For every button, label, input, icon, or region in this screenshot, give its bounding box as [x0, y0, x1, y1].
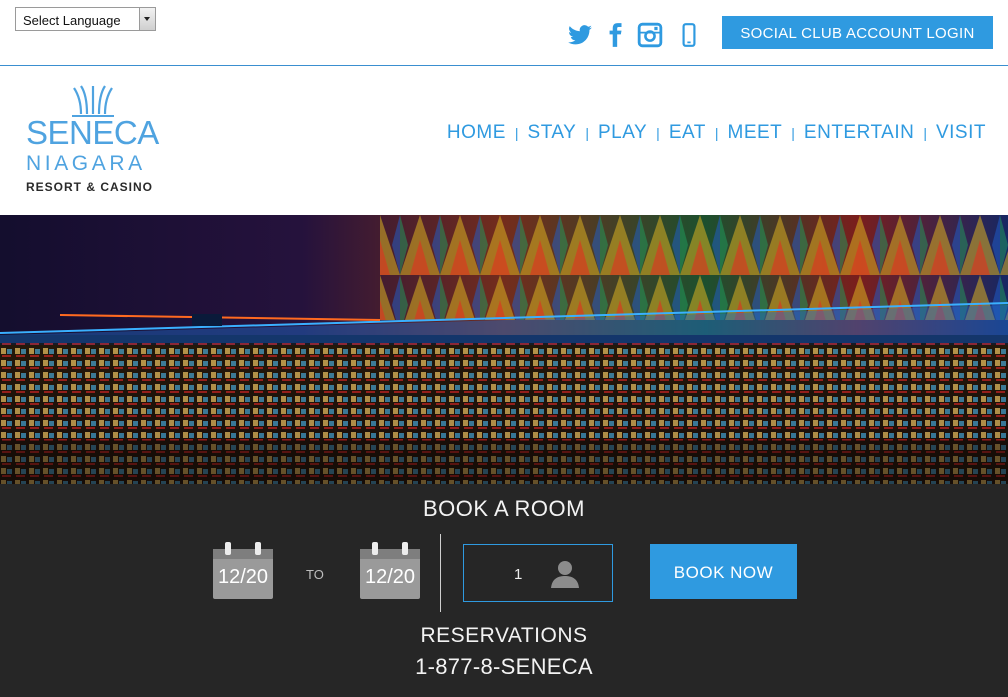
nav-item-home[interactable]: HOME: [447, 122, 506, 144]
language-select[interactable]: Select Language: [15, 7, 156, 31]
checkout-date-picker[interactable]: 12/20: [360, 542, 420, 600]
nav-separator: |: [585, 125, 589, 141]
main-nav: HOME | STAY | PLAY | EAT | MEET | ENTERT…: [447, 122, 986, 144]
nav-separator: |: [714, 125, 719, 141]
nav-item-visit[interactable]: VISIT: [936, 122, 986, 144]
reservations-label: RESERVATIONS: [420, 624, 588, 647]
guests-count: 1: [514, 566, 523, 583]
nav-separator: |: [923, 125, 927, 141]
logo-text-seneca: SENECA: [26, 114, 159, 151]
nav-item-stay[interactable]: STAY: [528, 122, 577, 144]
guests-field[interactable]: 1: [463, 544, 613, 602]
book-a-room-heading: BOOK A ROOM: [423, 496, 585, 521]
book-now-button[interactable]: BOOK NOW: [650, 544, 797, 599]
keno-sign: [192, 314, 222, 326]
booking-panel: BOOK A ROOM 12/20 TO 12/20 1 BOOK NOW RE…: [0, 484, 1008, 697]
hero-image: [0, 215, 1008, 484]
chevron-down-icon[interactable]: [139, 8, 155, 30]
logo[interactable]: SENECA NIAGARA RESORT & CASINO: [24, 84, 164, 199]
logo-text-resort: RESORT & CASINO: [26, 180, 154, 194]
nav-item-entertain[interactable]: ENTERTAIN: [804, 122, 914, 144]
facebook-icon[interactable]: [602, 22, 628, 48]
twitter-icon[interactable]: [567, 22, 593, 48]
nav-separator: |: [656, 125, 660, 141]
date-range-to-label: TO: [306, 567, 324, 582]
logo-text-niagara: NIAGARA: [26, 152, 146, 175]
nav-separator: |: [791, 125, 795, 141]
top-bar: Select Language SOCIAL CLUB ACCOUNT LOGI…: [0, 0, 1008, 66]
user-icon: [551, 561, 579, 588]
language-select-label: Select Language: [23, 13, 121, 28]
social-club-login-button[interactable]: SOCIAL CLUB ACCOUNT LOGIN: [722, 16, 993, 49]
nav-item-play[interactable]: PLAY: [598, 122, 647, 144]
casino-floor-image: [0, 215, 1008, 484]
checkin-date-value: 12/20: [217, 566, 269, 588]
site-header: SENECA NIAGARA RESORT & CASINO HOME | ST…: [0, 66, 1008, 215]
logo-mark-icon: [72, 85, 114, 117]
booking-divider: [440, 534, 441, 612]
nav-item-meet[interactable]: MEET: [728, 122, 783, 144]
phone-icon[interactable]: [676, 22, 702, 48]
instagram-icon[interactable]: [637, 22, 663, 48]
nav-separator: |: [514, 125, 519, 141]
reservations-phone[interactable]: 1-877-8-SENECA: [0, 654, 1008, 680]
nav-item-eat[interactable]: EAT: [669, 122, 706, 144]
checkout-date-value: 12/20: [364, 566, 416, 588]
checkin-date-picker[interactable]: 12/20: [213, 542, 273, 600]
